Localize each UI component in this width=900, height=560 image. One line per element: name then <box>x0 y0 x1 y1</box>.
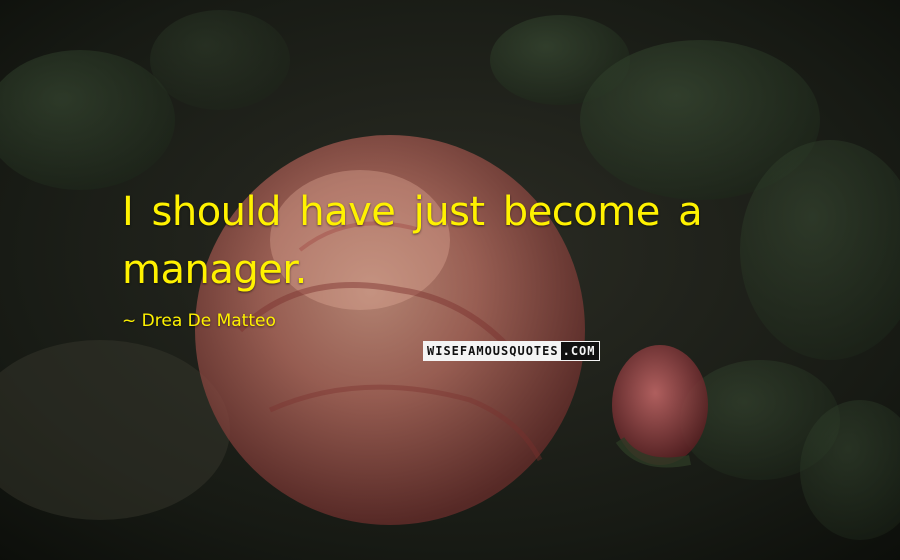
watermark-left-text: WISEFAMOUSQUOTES <box>424 342 561 360</box>
quote-author: ~ Drea De Matteo <box>122 311 276 331</box>
site-watermark-logo: WISEFAMOUSQUOTES .COM <box>419 341 604 361</box>
watermark-badge: WISEFAMOUSQUOTES .COM <box>423 341 600 361</box>
quote-card: I should have just become a manager. ~ D… <box>0 0 900 560</box>
quote-text: I should have just become a manager. <box>122 189 703 293</box>
watermark-right-text: .COM <box>560 342 599 360</box>
